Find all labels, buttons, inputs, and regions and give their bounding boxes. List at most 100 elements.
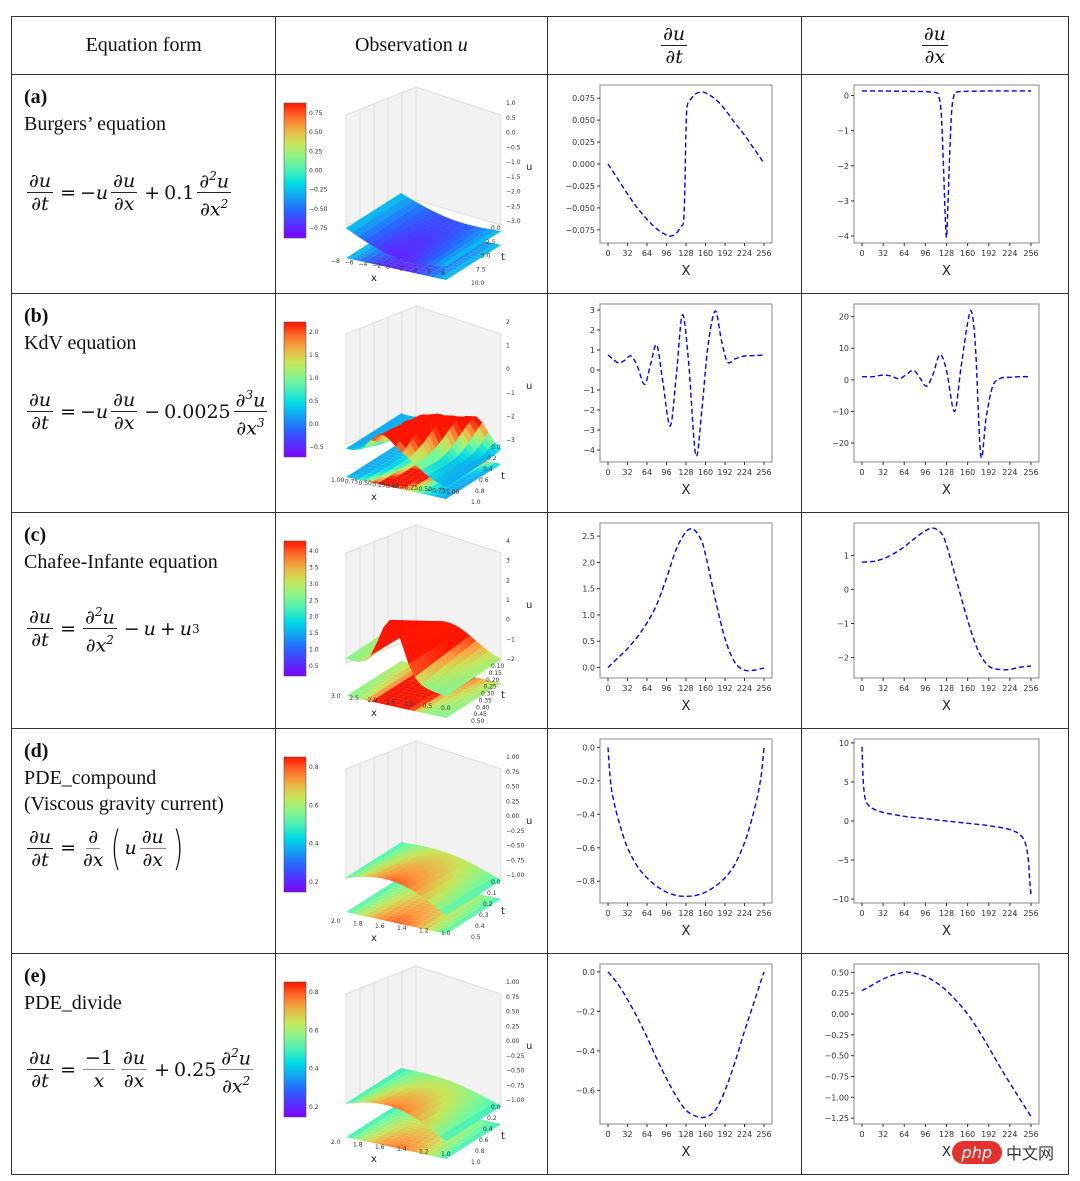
y-tick-label: −0.8 xyxy=(575,877,594,886)
y-tick-label: −0.2 xyxy=(575,1007,594,1016)
t-tick-label: 0.0 xyxy=(491,1104,501,1111)
y-tick-label: −10 xyxy=(832,895,849,904)
x-tick-label: 0 xyxy=(605,909,610,918)
x-tick-label: 64 xyxy=(899,1130,909,1139)
z-tick-label: 1 xyxy=(506,597,510,604)
x-tick-label: 1.6 xyxy=(375,923,385,930)
colorbar-tick-label: 0.5 xyxy=(309,398,319,405)
x-tick-label: 1.8 xyxy=(353,1141,363,1148)
y-tick-label: −1 xyxy=(837,127,849,136)
x-tick-label: 192 xyxy=(981,684,996,693)
y-tick-label: −0.025 xyxy=(565,182,595,191)
colorbar-tick-label: 0.25 xyxy=(309,148,323,155)
y-tick-label: −1 xyxy=(837,619,849,628)
x-tick-label: 1.2 xyxy=(419,1149,429,1156)
dudt-plot-cell: 0 32 64 96 128 160 192 224 256 −4 −3 −2 −1 0 1 2 3 X xyxy=(546,293,802,513)
x-tick-label: 0 xyxy=(859,249,864,258)
x-tick-label: 1.0 xyxy=(441,1151,451,1158)
plot-frame xyxy=(853,303,1040,463)
y-tick-label: −4 xyxy=(837,232,849,241)
colorbar-tick-label: 0.8 xyxy=(309,764,319,771)
x-tick-label: 0 xyxy=(859,909,864,918)
y-tick-label: −0.4 xyxy=(575,810,594,819)
z-tick-label: −3.0 xyxy=(506,218,521,225)
x-tick-label: 192 xyxy=(981,909,996,918)
y-tick-label: 5 xyxy=(844,778,849,787)
equation-cell: (e) PDE_divide ∂u ∂t = −1 x ∂u ∂x +0.25 ∂2u ∂x… xyxy=(10,953,277,1175)
colorbar xyxy=(283,540,307,677)
colorbar-tick-label: 0.50 xyxy=(309,129,323,136)
x-axis-label: X xyxy=(942,264,951,279)
y-tick-label: 10 xyxy=(839,344,849,353)
x-tick-label: 224 xyxy=(1002,1130,1017,1139)
x-tick-label: 128 xyxy=(678,909,693,918)
x-tick-label: 64 xyxy=(899,249,909,258)
y-tick-label: 0.0 xyxy=(582,743,595,752)
y-tick-label: 0 xyxy=(844,376,849,385)
y-tick-label: −0.4 xyxy=(575,1047,594,1056)
equation-cell: (d) PDE_compound (Viscous gravity curren… xyxy=(10,728,277,954)
z-tick-label: 0.75 xyxy=(506,769,520,776)
equation-name: PDE_divide xyxy=(24,992,122,1014)
y-tick-label: 0 xyxy=(844,92,849,101)
line-chart: 0 32 64 96 128 160 192 224 256 −0.8 −0.6 −0.4 −0.2 0.… xyxy=(575,738,772,939)
z-axis-label: u xyxy=(526,600,532,611)
z-tick-label: −2 xyxy=(506,656,515,663)
x-tick-label: 96 xyxy=(920,249,930,258)
z-tick-label: 2 xyxy=(506,319,510,326)
y-tick-label: 0.0 xyxy=(582,663,595,672)
x-tick-label: 0 xyxy=(605,684,610,693)
t-axis-label: t xyxy=(501,906,505,917)
x-tick-label: 1.8 xyxy=(353,920,363,927)
z-tick-label: 1 xyxy=(506,343,510,350)
t-tick-label: 1.0 xyxy=(471,1159,481,1166)
x-tick-label: 1.0 xyxy=(441,930,451,937)
coefficient: 0.0025 xyxy=(164,400,231,423)
z-tick-label: −0.75 xyxy=(506,1082,525,1089)
equation-name: PDE_compound xyxy=(24,767,157,789)
x-tick-label: 224 xyxy=(1002,249,1017,258)
y-tick-label: −3 xyxy=(583,426,595,435)
z-tick-label: 0 xyxy=(506,617,510,624)
t-tick-label: 0.4 xyxy=(483,466,493,473)
x-tick-label: 96 xyxy=(920,468,930,477)
x-tick-label: −4 xyxy=(359,261,368,268)
y-tick-label: 0.075 xyxy=(572,94,595,103)
x-tick-label: 256 xyxy=(756,249,771,258)
plot-frame xyxy=(853,84,1040,244)
y-tick-label: 1 xyxy=(589,346,594,355)
equation-name: Burgers’ equation xyxy=(24,113,167,135)
x-tick-label: 32 xyxy=(622,249,632,258)
t-tick-label: 7.5 xyxy=(476,266,486,273)
line-chart: 0 32 64 96 128 160 192 224 256 −4 −3 −2 −1 0 1 2 3 X xyxy=(583,303,772,498)
x-tick-label: 32 xyxy=(878,468,888,477)
colorbar-tick-label: 0.4 xyxy=(309,841,319,848)
y-tick-label: −0.6 xyxy=(575,844,594,853)
t-axis-label: t xyxy=(501,252,505,263)
plot-frame xyxy=(853,963,1040,1125)
y-tick-label: 1.0 xyxy=(582,611,595,620)
x-tick-label: 160 xyxy=(960,684,975,693)
dudt-den: ∂t xyxy=(665,46,683,68)
equation: ∂u ∂t = ∂2u ∂x2− u + u 3 xyxy=(24,601,263,657)
dudx-plot-cell: 0 32 64 96 128 160 192 224 256 −1.25 −1.00 −0.75 −0.… xyxy=(800,953,1070,1175)
t-tick-label: 1.0 xyxy=(471,499,481,506)
plot-frame xyxy=(599,84,772,244)
z-tick-label: 0.5 xyxy=(506,115,516,122)
colorbar-tick-label: 0.75 xyxy=(309,110,323,117)
colorbar-tick-label: 1.0 xyxy=(309,647,319,654)
equations-table: Equation form Observation u ∂u ∂t ∂u ∂x (a… xyxy=(10,16,1070,1175)
x-tick-label: 6 xyxy=(428,269,432,276)
surface-plot: 4.0 3.5 3.0 2.5 2.0 1.5 1.0 0.5 4 3 2 1 0 −1 −2 u 3.0 2.5… xyxy=(283,524,533,725)
header-equation-form: Equation form xyxy=(10,16,277,75)
x-tick-label: 32 xyxy=(622,909,632,918)
x-tick-label: 32 xyxy=(878,1130,888,1139)
colorbar-tick-label: 4.0 xyxy=(309,548,319,555)
equation-cell: (a) Burgers’ equation ∂u ∂t = − u ∂u ∂x +0.1 ∂… xyxy=(10,74,277,294)
x-tick-label: 0.5 xyxy=(423,703,433,710)
colorbar-tick-label: 0.00 xyxy=(309,168,323,175)
colorbar-tick-label: 1.5 xyxy=(309,630,319,637)
x-tick-label: 256 xyxy=(1023,909,1038,918)
z-tick-label: 0.00 xyxy=(506,813,520,820)
y-tick-label: 0.050 xyxy=(572,116,595,125)
